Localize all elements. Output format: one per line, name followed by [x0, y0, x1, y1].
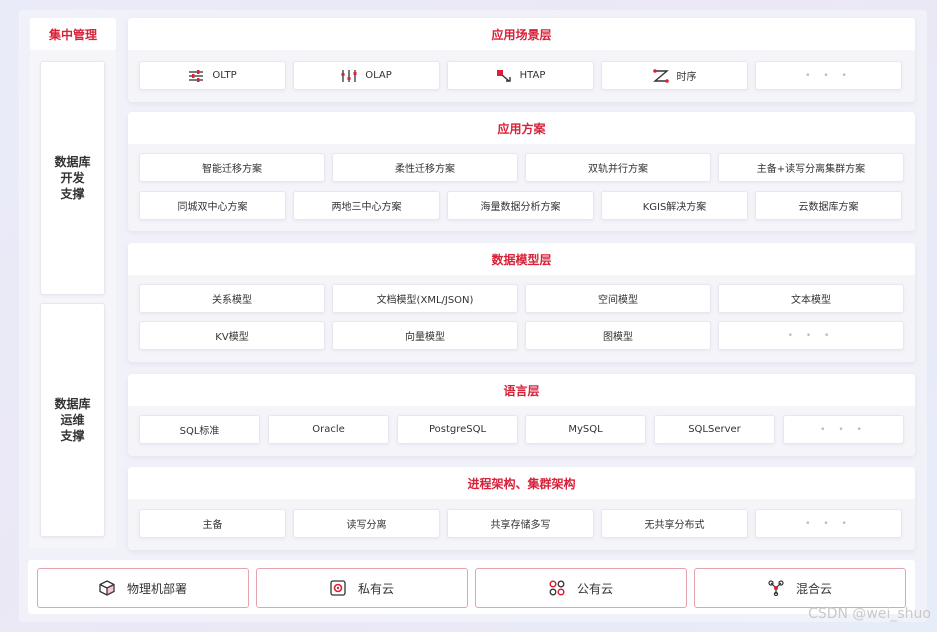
language-sqlserver: SQLServer	[654, 415, 775, 444]
db-dev-support-box: 数据库 开发 支撑	[40, 61, 105, 295]
model-document: 文档模型(XML/JSON)	[332, 284, 518, 313]
scene-layer-title: 应用场景层	[128, 18, 915, 50]
scene-olap: OLAP	[293, 61, 440, 90]
deploy-private-cloud-label: 私有云	[357, 581, 394, 596]
solution-flexible-migration: 柔性迁移方案	[332, 153, 518, 182]
solution-same-city-dual-center: 同城双中心方案	[139, 191, 286, 220]
scene-htap-label: HTAP	[519, 70, 546, 81]
language-more: • • •	[783, 415, 904, 444]
scene-timeseries-label: 时序	[676, 72, 697, 83]
model-kv: KV模型	[139, 321, 325, 350]
language-mysql: MySQL	[525, 415, 646, 444]
deploy-private-cloud: 私有云	[256, 568, 468, 608]
model-layer: 数据模型层 关系模型 文档模型(XML/JSON) 空间模型 文本模型 KV模型…	[128, 243, 915, 362]
scene-more: • • •	[755, 61, 902, 90]
solution-smart-migration: 智能迁移方案	[139, 153, 325, 182]
sliders-icon	[188, 69, 204, 83]
db-ops-support-box: 数据库 运维 支撑	[40, 303, 105, 537]
solution-massive-data-analysis: 海量数据分析方案	[447, 191, 594, 220]
deploy-hybrid-cloud-label: 混合云	[795, 581, 832, 596]
solution-dual-track: 双轨并行方案	[525, 153, 711, 182]
process-read-write-split: 读写分离	[293, 509, 440, 538]
model-text: 文本模型	[718, 284, 904, 313]
db-ops-line-2: 运维	[60, 413, 85, 427]
solution-cloud-database: 云数据库方案	[755, 191, 902, 220]
hybrid-cloud-icon	[768, 580, 784, 596]
watermark: CSDN @wei_shuo	[808, 606, 931, 622]
db-ops-line-1: 数据库	[54, 397, 91, 411]
scene-timeseries: 时序	[601, 61, 748, 90]
process-shared-storage: 共享存储多写	[447, 509, 594, 538]
model-graph: 图模型	[525, 321, 711, 350]
equalizer-icon	[341, 69, 357, 83]
language-oracle: Oracle	[268, 415, 389, 444]
deploy-physical-label: 物理机部署	[126, 581, 187, 596]
solution-primary-standby-cluster: 主备+读写分离集群方案	[718, 153, 904, 182]
db-dev-line-3: 支撑	[60, 187, 85, 201]
scene-layer: 应用场景层 OLTP OLAP HTAP 时序 • • •	[128, 18, 915, 102]
model-more: • • •	[718, 321, 904, 350]
scene-oltp: OLTP	[139, 61, 286, 90]
process-shared-nothing: 无共享分布式	[601, 509, 748, 538]
language-layer-title: 语言层	[128, 374, 915, 406]
solution-kgis: KGIS解决方案	[601, 191, 748, 220]
process-primary-standby: 主备	[139, 509, 286, 538]
language-sql-standard: SQL标准	[139, 415, 260, 444]
model-relational: 关系模型	[139, 284, 325, 313]
db-ops-line-3: 支撑	[60, 429, 85, 443]
deploy-public-cloud-label: 公有云	[576, 581, 613, 596]
language-layer: 语言层 SQL标准 Oracle PostgreSQL MySQL SQLSer…	[128, 374, 915, 456]
scene-htap: HTAP	[447, 61, 594, 90]
model-layer-title: 数据模型层	[128, 243, 915, 275]
public-cloud-icon	[549, 580, 565, 596]
private-cloud-icon	[330, 580, 346, 596]
model-vector: 向量模型	[332, 321, 518, 350]
htap-icon	[496, 69, 512, 83]
deploy-hybrid-cloud: 混合云	[694, 568, 906, 608]
db-dev-line-1: 数据库	[54, 155, 91, 169]
solution-layer: 应用方案 智能迁移方案 柔性迁移方案 双轨并行方案 主备+读写分离集群方案 同城…	[128, 112, 915, 231]
timeseries-icon	[652, 68, 669, 83]
db-dev-line-2: 开发	[60, 171, 85, 185]
language-postgresql: PostgreSQL	[397, 415, 518, 444]
model-spatial: 空间模型	[525, 284, 711, 313]
left-header: 集中管理	[30, 18, 116, 50]
solution-layer-title: 应用方案	[128, 112, 915, 144]
scene-oltp-label: OLTP	[212, 70, 237, 81]
scene-olap-label: OLAP	[365, 70, 392, 81]
process-more: • • •	[755, 509, 902, 538]
process-layer: 进程架构、集群架构 主备 读写分离 共享存储多写 无共享分布式 • • •	[128, 467, 915, 550]
process-layer-title: 进程架构、集群架构	[128, 467, 915, 499]
cube-icon	[99, 580, 115, 596]
solution-two-sites-three-centers: 两地三中心方案	[293, 191, 440, 220]
deploy-physical: 物理机部署	[37, 568, 249, 608]
deploy-public-cloud: 公有云	[475, 568, 687, 608]
